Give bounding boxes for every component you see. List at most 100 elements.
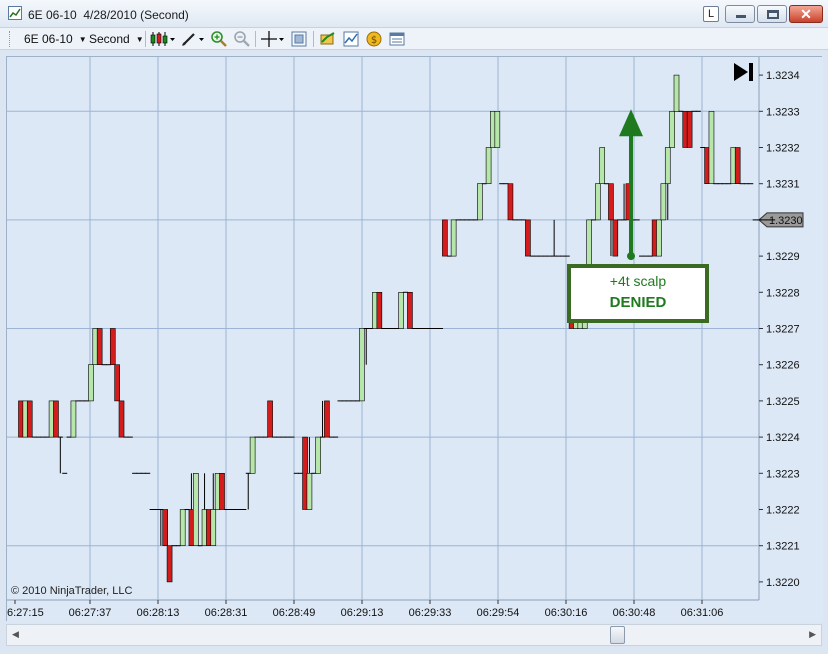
up-candle bbox=[88, 364, 94, 402]
scroll-left-icon[interactable]: ◀ bbox=[12, 629, 19, 640]
up-candle bbox=[315, 436, 321, 474]
draw-tool-icon[interactable] bbox=[180, 30, 206, 48]
up-candle bbox=[249, 436, 256, 474]
crosshair-icon[interactable] bbox=[260, 30, 286, 48]
go-to-end-bar bbox=[749, 63, 753, 81]
svg-text:$: $ bbox=[371, 35, 377, 46]
y-tick-label: 1.3229 bbox=[766, 251, 800, 263]
y-tick-label: 1.3228 bbox=[766, 287, 800, 299]
x-tick-label: 06:29:54 bbox=[477, 607, 520, 619]
market-analyzer-icon[interactable]: $ bbox=[365, 30, 383, 48]
down-candle bbox=[376, 292, 383, 329]
scroll-right-icon[interactable]: ▶ bbox=[809, 629, 816, 640]
chart-app-icon bbox=[8, 6, 22, 20]
down-candle bbox=[324, 400, 330, 438]
title-bar: 6E 06-10 4/28/2010 (Second) L ✕ bbox=[0, 0, 828, 28]
x-tick-label: 06:28:49 bbox=[273, 607, 316, 619]
up-candle bbox=[595, 183, 601, 221]
bar-style-icon[interactable] bbox=[150, 30, 176, 48]
up-candle bbox=[193, 472, 199, 546]
chevron-down-icon: ▼ bbox=[78, 35, 87, 45]
y-tick-label: 1.3234 bbox=[766, 70, 800, 82]
toolbar-separator bbox=[313, 31, 314, 47]
x-tick-label: 06:28:13 bbox=[137, 607, 180, 619]
down-candle bbox=[26, 400, 33, 438]
copyright-watermark: © 2010 NinjaTrader, LLC bbox=[11, 585, 132, 597]
down-candle bbox=[442, 219, 448, 257]
down-candle bbox=[53, 400, 59, 438]
y-tick-label: 1.3224 bbox=[766, 432, 800, 444]
y-tick-label: 1.3227 bbox=[766, 324, 800, 336]
close-button[interactable]: ✕ bbox=[789, 5, 823, 23]
toolbar-separator bbox=[145, 31, 146, 47]
instrument-label: 6E 06-10 bbox=[24, 32, 73, 46]
x-tick-label: 06:31:06 bbox=[681, 607, 724, 619]
last-price-label: 1.3230 bbox=[769, 215, 803, 227]
toolbar-separator bbox=[255, 31, 256, 47]
properties-icon[interactable] bbox=[388, 30, 406, 48]
instrument-dropdown[interactable]: 6E 06-10 ▼ bbox=[24, 32, 87, 46]
x-tick-label: 06:30:16 bbox=[545, 607, 588, 619]
up-candle bbox=[306, 472, 313, 510]
down-candle bbox=[166, 545, 173, 583]
y-tick-label: 1.3221 bbox=[766, 541, 800, 553]
up-candle bbox=[179, 509, 186, 547]
period-dropdown[interactable]: Second ▼ bbox=[89, 32, 144, 46]
data-box-icon[interactable] bbox=[290, 30, 308, 48]
toolbar-grip[interactable] bbox=[9, 31, 12, 47]
y-tick-label: 1.3231 bbox=[766, 179, 800, 191]
up-candle bbox=[664, 147, 671, 185]
y-tick-label: 1.3233 bbox=[766, 106, 800, 118]
up-candle bbox=[359, 328, 365, 402]
minimize-icon bbox=[736, 15, 746, 18]
up-candle bbox=[708, 110, 715, 185]
x-tick-label: 06:29:13 bbox=[341, 607, 384, 619]
y-tick-label: 1.3232 bbox=[766, 143, 800, 155]
zoom-out-icon[interactable] bbox=[233, 30, 251, 48]
price-chart[interactable]: 6:27:15 06:27:37 06:28:13 06:28:31 06:28:49 0… bbox=[7, 57, 823, 622]
minimize-button[interactable] bbox=[725, 5, 755, 23]
strategy-icon[interactable] bbox=[319, 30, 337, 48]
annotation-line1: +4t scalp bbox=[610, 273, 667, 289]
annotation-entry-dot bbox=[627, 252, 635, 261]
window-title: 6E 06-10 4/28/2010 (Second) bbox=[28, 8, 189, 22]
down-candle bbox=[686, 110, 693, 148]
y-tick-label: 1.3222 bbox=[766, 505, 800, 517]
indicators-icon[interactable] bbox=[342, 30, 360, 48]
down-candle bbox=[612, 219, 619, 257]
down-candle bbox=[114, 364, 120, 402]
down-candle bbox=[162, 509, 169, 547]
down-candle bbox=[734, 147, 741, 185]
up-candle bbox=[669, 110, 675, 148]
y-tick-label: 1.3226 bbox=[766, 360, 800, 372]
up-candle bbox=[398, 292, 404, 329]
annotation-line2: DENIED bbox=[610, 294, 667, 311]
y-tick-label: 1.3225 bbox=[766, 396, 800, 408]
maximize-button[interactable] bbox=[757, 5, 787, 23]
down-candle bbox=[267, 400, 273, 438]
down-candle bbox=[407, 292, 413, 329]
link-button[interactable]: L bbox=[703, 6, 719, 22]
up-candle bbox=[660, 183, 667, 221]
up-candle bbox=[673, 74, 680, 112]
down-candle bbox=[109, 328, 116, 366]
scrollbar-thumb[interactable] bbox=[610, 626, 625, 644]
up-candle bbox=[485, 147, 492, 185]
chart-panel[interactable]: 6:27:15 06:27:37 06:28:13 06:28:31 06:28:49 0… bbox=[6, 56, 823, 622]
chevron-down-icon: ▼ bbox=[135, 35, 144, 45]
down-candle bbox=[96, 328, 103, 366]
zoom-in-icon[interactable] bbox=[210, 30, 228, 48]
up-candle bbox=[494, 110, 501, 148]
period-label: Second bbox=[89, 32, 130, 46]
chart-background bbox=[7, 57, 823, 622]
down-candle bbox=[219, 472, 225, 510]
x-tick-label: 06:28:31 bbox=[205, 607, 248, 619]
y-tick-label: 1.3223 bbox=[766, 468, 800, 480]
up-candle bbox=[210, 509, 217, 547]
horizontal-scrollbar[interactable]: ◀ ▶ bbox=[6, 624, 822, 646]
x-tick-label: 06:30:48 bbox=[613, 607, 656, 619]
chart-toolbar: 6E 06-10 ▼ Second ▼ $ bbox=[0, 28, 828, 50]
down-candle bbox=[525, 219, 531, 257]
down-candle bbox=[507, 183, 514, 221]
x-tick-label: 06:27:37 bbox=[69, 607, 112, 619]
